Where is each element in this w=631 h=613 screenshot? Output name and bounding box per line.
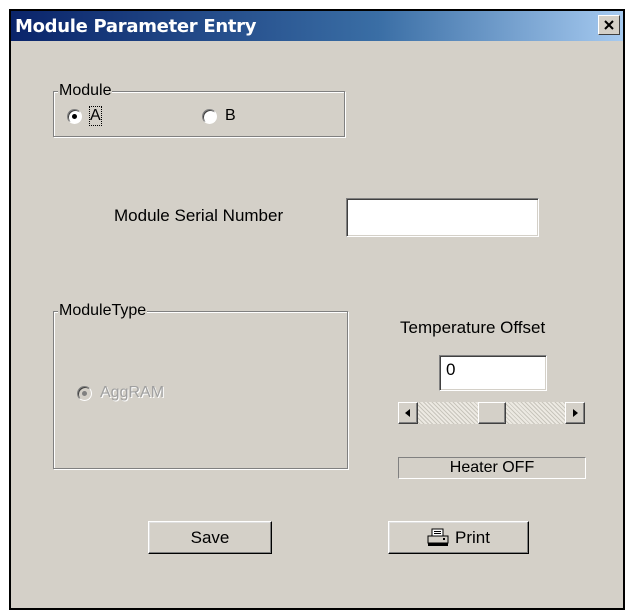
module-groupbox: Module A B [53, 81, 345, 137]
heater-status-panel: Heater OFF [398, 457, 586, 479]
window-title: Module Parameter Entry [15, 16, 257, 37]
radio-a-indicator [67, 108, 82, 124]
close-icon [604, 20, 614, 30]
print-button-label: Print [455, 527, 490, 547]
temperature-scrollbar[interactable] [398, 402, 585, 424]
module-a-label: A [89, 106, 102, 126]
temperature-offset-field[interactable]: 0 [439, 355, 547, 391]
scroll-left-button[interactable] [398, 402, 418, 424]
save-button-label: Save [190, 527, 230, 547]
scroll-right-button[interactable] [565, 402, 585, 424]
module-group-label: Module [58, 81, 113, 101]
aggram-radio[interactable]: AggRAM [77, 384, 164, 402]
close-button[interactable] [598, 15, 620, 35]
right-arrow-icon [573, 409, 578, 417]
save-button[interactable]: Save [148, 521, 272, 554]
dialog-window: Module Parameter Entry Module A B Module… [9, 9, 625, 610]
serial-number-label: Module Serial Number [114, 206, 284, 225]
radio-b-indicator [202, 108, 217, 124]
serial-number-field[interactable] [346, 198, 539, 237]
heater-status-text: Heater OFF [449, 459, 535, 476]
temperature-offset-label: Temperature Offset [400, 318, 546, 337]
scroll-thumb[interactable] [477, 402, 506, 424]
print-button[interactable]: Print [388, 521, 529, 554]
left-arrow-icon [405, 409, 410, 417]
module-a-radio[interactable]: A [67, 106, 102, 126]
module-b-radio[interactable]: B [202, 107, 236, 125]
title-bar[interactable]: Module Parameter Entry [11, 11, 623, 41]
printer-icon [427, 528, 449, 546]
module-b-label: B [225, 107, 236, 124]
aggram-label: AggRAM [100, 384, 165, 401]
module-type-group-label: ModuleType [58, 301, 148, 321]
module-type-groupbox: ModuleType AggRAM [53, 301, 348, 469]
aggram-radio-indicator [77, 385, 92, 401]
